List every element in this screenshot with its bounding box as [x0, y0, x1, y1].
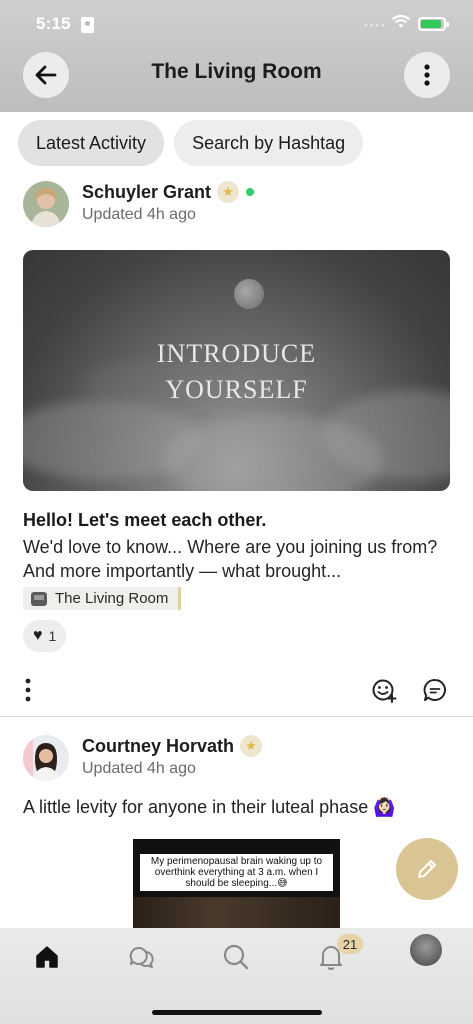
contact-card-icon [81, 17, 94, 33]
notification-count-badge: 21 [337, 934, 363, 954]
tab-search-by-hashtag[interactable]: Search by Hashtag [174, 120, 364, 166]
post-actions [0, 672, 473, 708]
tab-latest-activity[interactable]: Latest Activity [18, 120, 165, 166]
home-icon [36, 946, 58, 968]
nav-search[interactable] [221, 942, 251, 972]
online-status-icon [246, 188, 255, 196]
add-reaction-icon[interactable] [371, 677, 397, 703]
post-header[interactable]: Schuyler Grant ★ Updated 4h ago [23, 181, 255, 227]
post-image[interactable]: INTRODUCE YOURSELF [23, 250, 450, 491]
post-menu-icon[interactable] [22, 677, 34, 703]
compose-button[interactable] [396, 838, 458, 900]
post-timestamp: Updated 4h ago [82, 206, 196, 223]
post-body[interactable]: A little levity for anyone in their lute… [23, 797, 453, 818]
avatar[interactable] [23, 181, 69, 227]
search-icon [223, 944, 249, 970]
space-tag-label: The Living Room [55, 590, 169, 607]
meme-caption: My perimenopausal brain waking up to ove… [140, 854, 333, 891]
battery-icon [418, 17, 449, 31]
avatar[interactable] [23, 735, 69, 781]
nav-home[interactable] [32, 942, 62, 972]
post-image[interactable]: My perimenopausal brain waking up to ove… [133, 839, 340, 934]
post-body[interactable]: We'd love to know... Where are you joini… [23, 535, 443, 583]
profile-avatar[interactable] [410, 934, 442, 966]
star-badge-icon: ★ [240, 735, 263, 757]
space-tag[interactable]: The Living Room [23, 587, 182, 610]
star-badge-icon: ★ [217, 181, 240, 203]
top-bar: 5:15 ●●●● The Living Room [0, 0, 473, 112]
pencil-icon [418, 860, 436, 878]
post-timestamp: Updated 4h ago [82, 760, 196, 777]
post-title[interactable]: Hello! Let's meet each other. [23, 510, 266, 531]
chat-icon [129, 946, 154, 968]
moon-image [234, 279, 264, 309]
more-options-button[interactable] [404, 52, 450, 98]
author-name[interactable]: Courtney Horvath [82, 736, 234, 757]
signal-icon: ●●●● [364, 23, 387, 29]
more-vertical-icon [424, 64, 430, 86]
post-header[interactable]: Courtney Horvath ★ Updated 4h ago [23, 735, 263, 781]
reaction-count: 1 [48, 628, 57, 644]
black-heart-icon: ♥ [33, 627, 43, 644]
comment-icon[interactable] [422, 677, 448, 703]
reaction-pill[interactable]: ♥ 1 [23, 620, 67, 652]
wifi-icon [392, 15, 410, 28]
home-indicator [152, 1010, 322, 1015]
feed-tabs: Latest Activity Search by Hashtag [18, 120, 364, 166]
nav-chats[interactable] [127, 942, 157, 972]
post-divider [0, 716, 473, 717]
page-title: The Living Room [151, 60, 322, 83]
status-bar: 5:15 ●●●● [0, 14, 473, 38]
sofa-icon [31, 591, 47, 606]
image-text: INTRODUCE YOURSELF [156, 339, 317, 404]
status-time: 5:15 [36, 14, 71, 33]
author-name[interactable]: Schuyler Grant [82, 182, 211, 203]
